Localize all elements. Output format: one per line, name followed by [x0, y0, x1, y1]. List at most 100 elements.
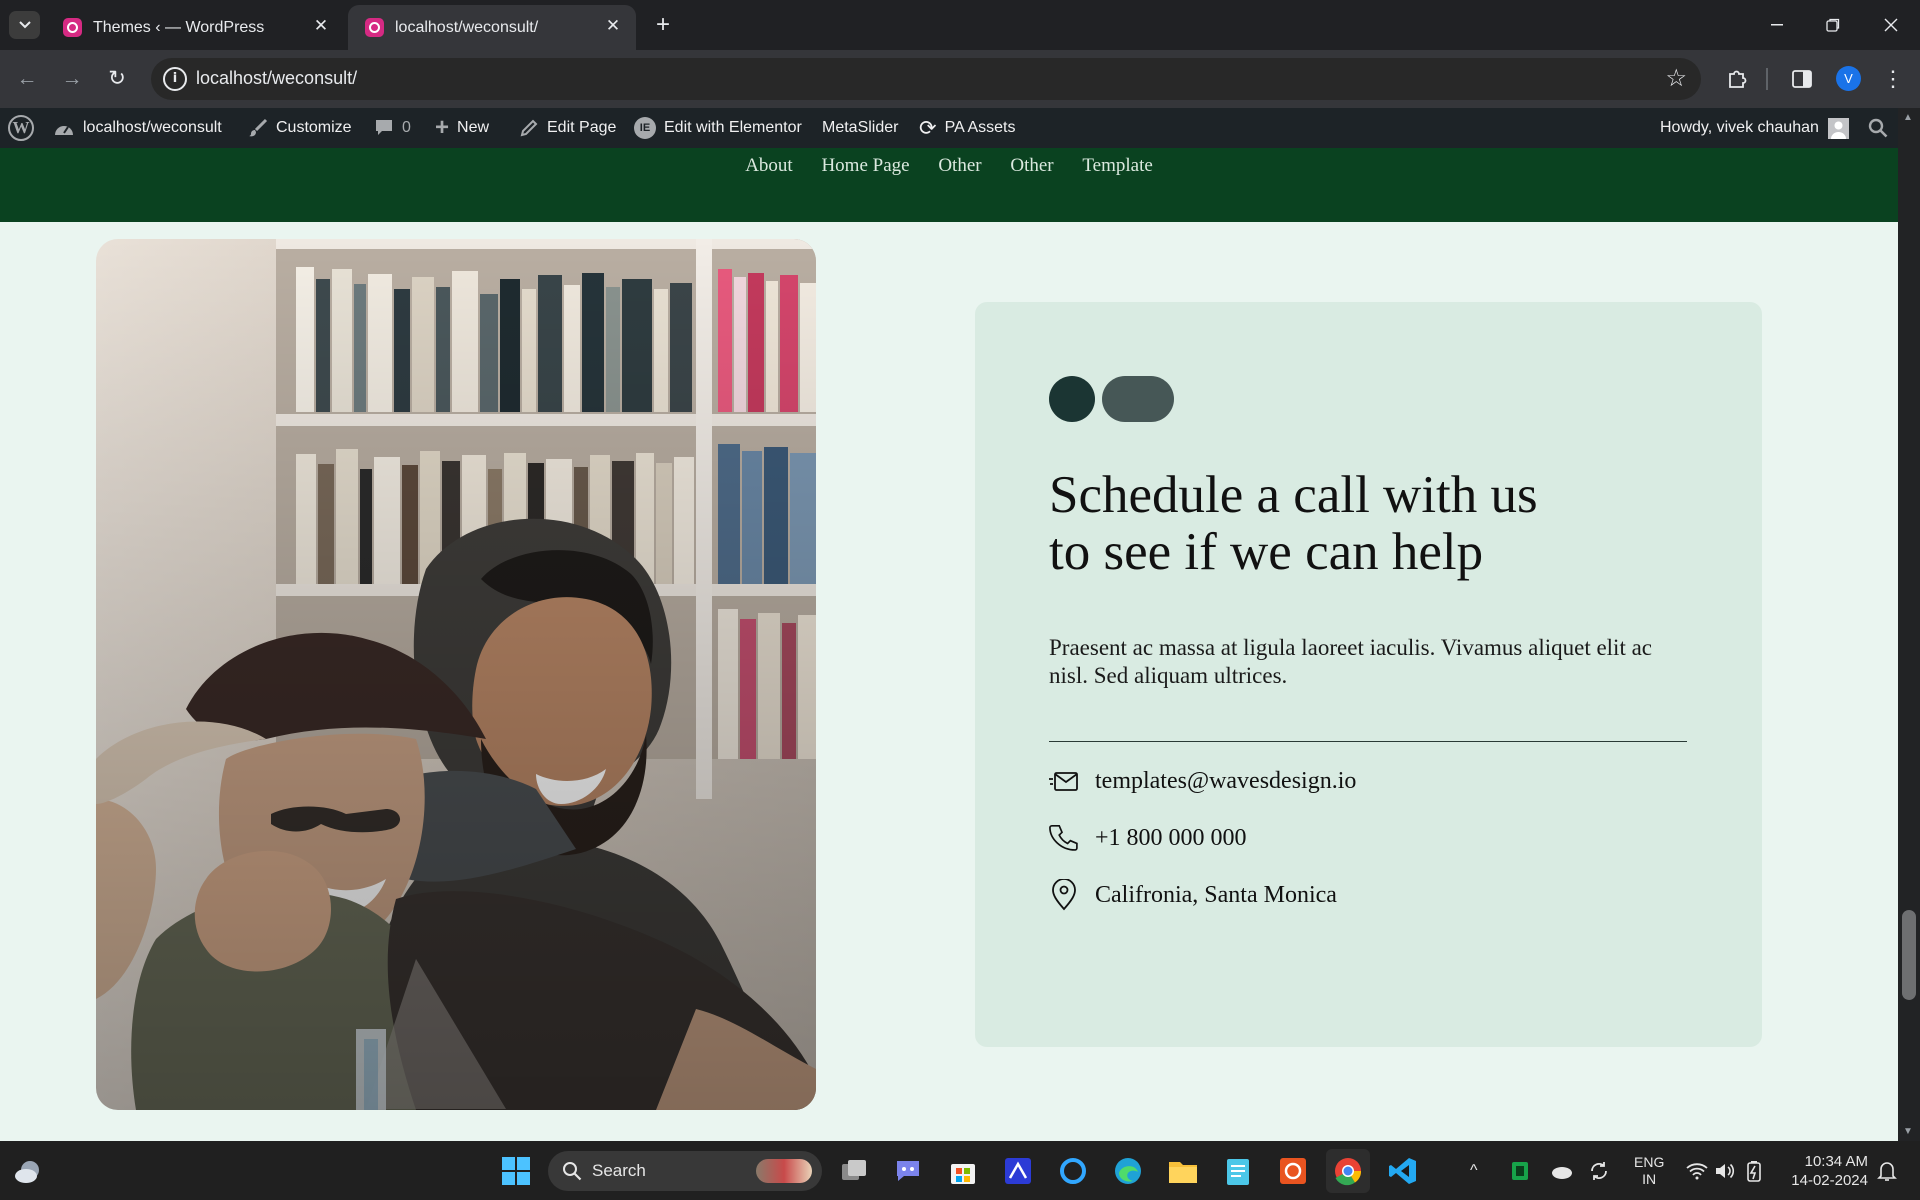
user-avatar: [1827, 117, 1849, 139]
file-explorer-app[interactable]: [1161, 1149, 1205, 1193]
language-indicator[interactable]: ENG IN: [1634, 1141, 1664, 1200]
cortana-app[interactable]: [1051, 1149, 1095, 1193]
admin-edit-page-link[interactable]: Edit Page: [519, 108, 616, 148]
ubuntu-icon: [1280, 1158, 1306, 1184]
nav-link-home-page[interactable]: Home Page: [821, 155, 909, 176]
windows-taskbar: Search ^ ENG IN 10:34 AM 14-02-2024: [0, 1141, 1920, 1200]
wordpress-logo-icon: W: [8, 115, 34, 141]
scroll-up-arrow[interactable]: ▲: [1903, 112, 1913, 123]
divider: [1049, 741, 1687, 742]
wp-logo-menu[interactable]: W: [8, 108, 34, 148]
site-info-icon[interactable]: i: [163, 67, 187, 91]
tab-wordpress-themes[interactable]: Themes ‹ — WordPress ✕: [46, 5, 344, 50]
sync-tray[interactable]: [1588, 1141, 1610, 1200]
minimize-button[interactable]: [1749, 0, 1805, 50]
url-text[interactable]: localhost/weconsult/: [196, 68, 357, 89]
page-scrollbar[interactable]: ▲ ▼: [1898, 108, 1920, 1141]
admin-search-button[interactable]: [1868, 108, 1888, 148]
contact-email-text[interactable]: templates@wavesdesign.io: [1095, 768, 1356, 795]
contact-phone-text[interactable]: +1 800 000 000: [1095, 825, 1247, 852]
scroll-down-arrow[interactable]: ▼: [1903, 1126, 1913, 1137]
cta-heading: Schedule a call with us to see if we can…: [1049, 467, 1669, 581]
speaker-icon: [1716, 1163, 1735, 1178]
minimize-icon: [1771, 24, 1783, 26]
admin-pa-assets-link[interactable]: ⟳ PA Assets: [919, 108, 1015, 148]
admin-customize-link[interactable]: Customize: [248, 108, 352, 148]
admin-new-link[interactable]: + New: [435, 108, 489, 148]
onedrive-tray[interactable]: [1549, 1141, 1573, 1200]
nav-link-about[interactable]: About: [745, 155, 793, 176]
battery-tray[interactable]: [1745, 1141, 1763, 1200]
nav-link-template[interactable]: Template: [1082, 155, 1152, 176]
cta-heading-line-2: to see if we can help: [1049, 523, 1484, 581]
close-tab-icon[interactable]: ✕: [602, 15, 624, 37]
close-tab-icon[interactable]: ✕: [310, 15, 332, 37]
admin-comments-link[interactable]: 0: [374, 108, 411, 148]
ubuntu-app[interactable]: [1271, 1149, 1315, 1193]
wp-admin-bar: W localhost/weconsult Customize 0 + New …: [0, 108, 1898, 148]
close-icon: [1884, 18, 1898, 32]
extensions-button[interactable]: [1722, 64, 1752, 94]
elementor-icon: IE: [634, 117, 656, 139]
notepad-app[interactable]: [1216, 1149, 1260, 1193]
admin-elementor-link[interactable]: IE Edit with Elementor: [634, 108, 802, 148]
admin-metaslider-link[interactable]: MetaSlider: [822, 108, 898, 148]
task-view-button[interactable]: [832, 1149, 876, 1193]
volume-tray[interactable]: [1714, 1141, 1736, 1200]
nav-link-other-2[interactable]: Other: [1010, 155, 1053, 176]
chevron-down-icon: [18, 21, 31, 29]
admin-metaslider-label: MetaSlider: [822, 119, 899, 136]
new-tab-button[interactable]: +: [650, 12, 676, 38]
close-window-button[interactable]: [1863, 0, 1919, 50]
battery-charging-icon: [1747, 1160, 1761, 1182]
puzzle-icon: [1729, 70, 1747, 88]
chrome-app-active[interactable]: [1326, 1149, 1370, 1193]
contact-phone[interactable]: +1 800 000 000: [1049, 823, 1247, 853]
scrollbar-thumb[interactable]: [1902, 910, 1916, 1000]
edge-browser-app[interactable]: [1106, 1149, 1150, 1193]
restore-button[interactable]: [1805, 0, 1861, 50]
team-photo: [96, 239, 816, 1110]
start-button[interactable]: [494, 1149, 538, 1193]
microsoft-store-app[interactable]: [941, 1149, 985, 1193]
wifi-tray[interactable]: [1686, 1141, 1708, 1200]
admin-edit-page-label: Edit Page: [547, 119, 617, 136]
tab-title: Themes ‹ — WordPress: [93, 18, 265, 36]
user-silhouette-icon: [1830, 121, 1846, 139]
cta-body-text: Praesent ac massa at ligula laoreet iacu…: [1049, 635, 1653, 688]
search-icon: [1868, 118, 1888, 138]
taskbar-search-box[interactable]: Search: [548, 1151, 822, 1191]
clock-time: 10:34 AM: [1804, 1152, 1868, 1170]
back-button[interactable]: ←: [14, 66, 40, 92]
language-line-1: ENG: [1634, 1153, 1665, 1170]
map-pin-icon: [1052, 879, 1076, 911]
reload-button[interactable]: ↻: [104, 66, 130, 92]
address-bar[interactable]: i localhost/weconsult/ ☆: [151, 58, 1701, 100]
plus-icon: +: [435, 114, 450, 141]
battery-app-icon: [1512, 1161, 1528, 1180]
clock[interactable]: 10:34 AM 14-02-2024: [1786, 1141, 1868, 1200]
show-hidden-icons-button[interactable]: ^: [1470, 1141, 1478, 1200]
notifications-button[interactable]: [1877, 1141, 1897, 1200]
profile-avatar[interactable]: V: [1836, 66, 1861, 91]
bookmark-star-icon[interactable]: ☆: [1665, 64, 1687, 93]
search-highlight-icon: [756, 1159, 812, 1183]
side-panel-button[interactable]: [1787, 64, 1817, 94]
tray-app-green[interactable]: [1511, 1141, 1529, 1200]
powerautomate-app[interactable]: [996, 1149, 1040, 1193]
schedule-call-card: Schedule a call with us to see if we can…: [975, 302, 1762, 1047]
nav-link-other[interactable]: Other: [938, 155, 981, 176]
taskbar-search-placeholder: Search: [592, 1161, 646, 1180]
admin-pa-assets-label: PA Assets: [944, 119, 1016, 136]
teams-chat-app[interactable]: [886, 1149, 930, 1193]
admin-account-menu[interactable]: Howdy, vivek chauhan: [1660, 108, 1849, 148]
admin-site-link[interactable]: localhost/weconsult: [53, 108, 222, 148]
tab-search-button[interactable]: [9, 11, 40, 39]
contact-email[interactable]: templates@wavesdesign.io: [1049, 768, 1356, 795]
weather-widget[interactable]: [6, 1149, 50, 1193]
tab-weconsult[interactable]: localhost/weconsult/ ✕: [348, 5, 636, 50]
vscode-app[interactable]: [1381, 1149, 1425, 1193]
site-nav-links: About Home Page Other Other Template: [0, 155, 1898, 177]
forward-button[interactable]: →: [59, 66, 85, 92]
browser-menu-button[interactable]: ⋮: [1878, 64, 1908, 94]
